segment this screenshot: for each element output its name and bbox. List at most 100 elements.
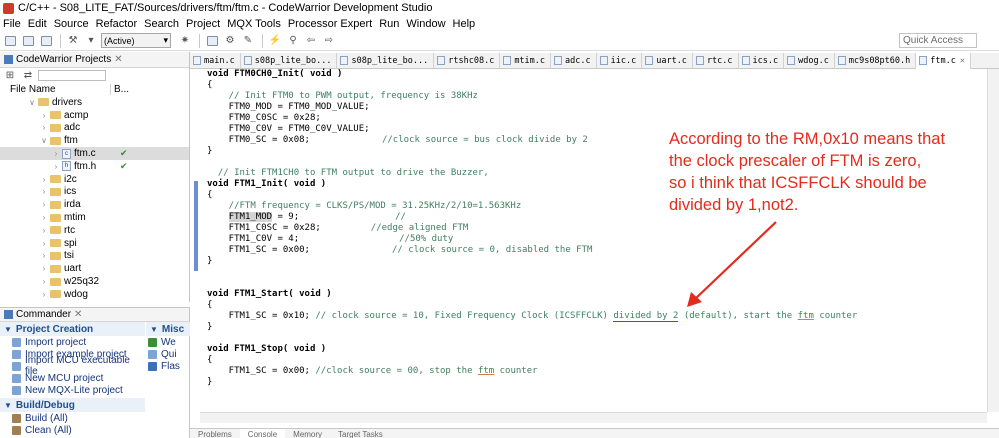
chevron-right-icon[interactable]: › — [40, 200, 48, 209]
editor-tab[interactable]: mc9s08pt60.h — [835, 52, 917, 69]
clean-all-link[interactable]: Clean (All) — [0, 424, 145, 436]
new-mqx-lite-project-link[interactable]: New MQX-Lite project — [0, 384, 145, 396]
tree-item-w25q32[interactable]: › w25q32 — [0, 275, 189, 288]
filter-input[interactable] — [38, 69, 106, 81]
tab-memory[interactable]: Memory — [285, 429, 330, 438]
link-editor-icon[interactable]: ⇄ — [20, 67, 36, 83]
commander-view-tab[interactable]: Commander ✕ — [0, 308, 189, 322]
section-misc[interactable]: ▼ Misc — [146, 322, 190, 336]
flash-icon[interactable]: ⚡ — [267, 33, 283, 49]
menu-run[interactable]: Run — [379, 18, 399, 30]
debug-icon[interactable]: ✷ — [177, 33, 193, 49]
editor-horizontal-scrollbar[interactable] — [200, 412, 987, 423]
quick-access-input[interactable]: Quick Access — [899, 33, 977, 48]
code-editor[interactable]: void FTM0CH0_Init( void ) { // Init FTM0… — [190, 69, 987, 412]
menu-edit[interactable]: Edit — [28, 18, 47, 30]
tree-item-acmp[interactable]: › acmp — [0, 109, 189, 122]
collapse-all-icon[interactable]: ⊞ — [2, 67, 18, 83]
close-icon[interactable]: ✕ — [114, 54, 122, 65]
search-icon[interactable]: ⚲ — [285, 33, 301, 49]
editor-vertical-scrollbar[interactable] — [987, 69, 999, 412]
chevron-down-icon[interactable]: ∨ — [28, 98, 36, 107]
chevron-down-icon[interactable]: ∨ — [40, 136, 48, 145]
editor-tab[interactable]: wdog.c — [784, 52, 835, 69]
chevron-right-icon[interactable]: › — [52, 149, 60, 158]
tree-item-adc[interactable]: › adc — [0, 122, 189, 135]
section-project-creation[interactable]: ▼ Project Creation — [0, 322, 145, 336]
globe-icon — [148, 337, 157, 347]
misc-item-quick[interactable]: Qui — [146, 348, 190, 360]
tree-item-ftm-c[interactable]: › c ftm.c ✔ — [0, 147, 189, 160]
chevron-right-icon[interactable]: › — [40, 239, 48, 248]
misc-item-flash[interactable]: Flas — [146, 360, 190, 372]
editor-tab[interactable]: iic.c — [597, 52, 643, 69]
tree-item-ftm-h[interactable]: › h ftm.h ✔ — [0, 160, 189, 173]
chevron-right-icon[interactable]: › — [40, 123, 48, 132]
menu-processor-expert[interactable]: Processor Expert — [288, 18, 372, 30]
tree-item-tsi[interactable]: › tsi — [0, 250, 189, 263]
editor-tab-active[interactable]: ftm.c ✕ — [916, 52, 971, 69]
build-hammer-icon[interactable]: ⚒ — [65, 33, 81, 49]
save-all-icon[interactable] — [38, 33, 54, 49]
editor-tab[interactable]: uart.c — [642, 52, 693, 69]
chevron-right-icon[interactable]: › — [40, 187, 48, 196]
tab-target-tasks[interactable]: Target Tasks — [330, 429, 391, 438]
tree-item-wdog[interactable]: › wdog — [0, 288, 189, 301]
editor-tab[interactable]: s08p_lite_bo... — [241, 52, 338, 69]
tab-problems[interactable]: Problems — [190, 429, 240, 438]
editor-tab[interactable]: s08p_lite_bo... — [337, 52, 435, 69]
tree-item-irda[interactable]: › irda — [0, 198, 189, 211]
column-file-name[interactable]: File Name — [0, 84, 110, 95]
tree-item-spi[interactable]: › spi — [0, 237, 189, 250]
tree-item-i2c[interactable]: › i2c — [0, 173, 189, 186]
back-arrow-icon[interactable]: ⇦ — [303, 33, 319, 49]
misc-item-web[interactable]: We — [146, 336, 190, 348]
projects-view-tab[interactable]: CodeWarrior Projects ✕ — [0, 52, 189, 68]
build-all-link[interactable]: Build (All) — [0, 412, 145, 424]
chevron-right-icon[interactable]: › — [40, 277, 48, 286]
tree-item-rtc[interactable]: › rtc — [0, 224, 189, 237]
import-mcu-executable-link[interactable]: Import MCU executable file — [0, 355, 145, 377]
forward-arrow-icon[interactable]: ⇨ — [321, 33, 337, 49]
close-icon[interactable]: ✕ — [74, 309, 82, 320]
menu-source[interactable]: Source — [54, 18, 89, 30]
import-project-link[interactable]: Import project — [0, 336, 145, 348]
menu-project[interactable]: Project — [186, 18, 220, 30]
tree-item-mtim[interactable]: › mtim — [0, 211, 189, 224]
tab-console[interactable]: Console — [239, 429, 286, 438]
menu-mqx-tools[interactable]: MQX Tools — [227, 18, 281, 30]
editor-tab[interactable]: main.c — [190, 52, 241, 69]
editor-tab[interactable]: adc.c — [551, 52, 597, 69]
chevron-right-icon[interactable]: › — [40, 175, 48, 184]
chevron-right-icon[interactable]: › — [52, 162, 60, 171]
chevron-right-icon[interactable]: › — [40, 226, 48, 235]
tree-item-ics[interactable]: › ics — [0, 186, 189, 199]
editor-tab[interactable]: rtc.c — [693, 52, 739, 69]
new-icon[interactable] — [2, 33, 18, 49]
close-icon[interactable]: ✕ — [960, 56, 965, 66]
chevron-right-icon[interactable]: › — [40, 111, 48, 120]
section-build-debug[interactable]: ▼ Build/Debug — [0, 398, 145, 412]
build-dropdown-icon[interactable]: ▾ — [83, 33, 99, 49]
tree-item-ftm[interactable]: ∨ ftm — [0, 134, 189, 147]
chevron-right-icon[interactable]: › — [40, 213, 48, 222]
editor-tab[interactable]: mtim.c — [500, 52, 552, 69]
chevron-right-icon[interactable]: › — [40, 264, 48, 273]
run-icon[interactable] — [204, 33, 220, 49]
editor-tab[interactable]: ics.c — [739, 52, 785, 69]
menu-search[interactable]: Search — [144, 18, 179, 30]
build-config-select[interactable]: (Active) ▾ — [101, 33, 171, 48]
save-icon[interactable] — [20, 33, 36, 49]
chevron-right-icon[interactable]: › — [40, 290, 48, 299]
column-build[interactable]: B... — [110, 83, 140, 95]
menu-window[interactable]: Window — [406, 18, 445, 30]
gear-icon[interactable]: ⚙ — [222, 33, 238, 49]
editor-tab[interactable]: rtshc08.c — [434, 52, 501, 69]
chevron-right-icon[interactable]: › — [40, 251, 48, 260]
menu-help[interactable]: Help — [453, 18, 476, 30]
tree-item-drivers[interactable]: ∨ drivers — [0, 96, 189, 109]
menu-refactor[interactable]: Refactor — [96, 18, 138, 30]
menu-file[interactable]: File — [3, 18, 21, 30]
tree-item-uart[interactable]: › uart — [0, 262, 189, 275]
tool-icon[interactable]: ✎ — [240, 33, 256, 49]
